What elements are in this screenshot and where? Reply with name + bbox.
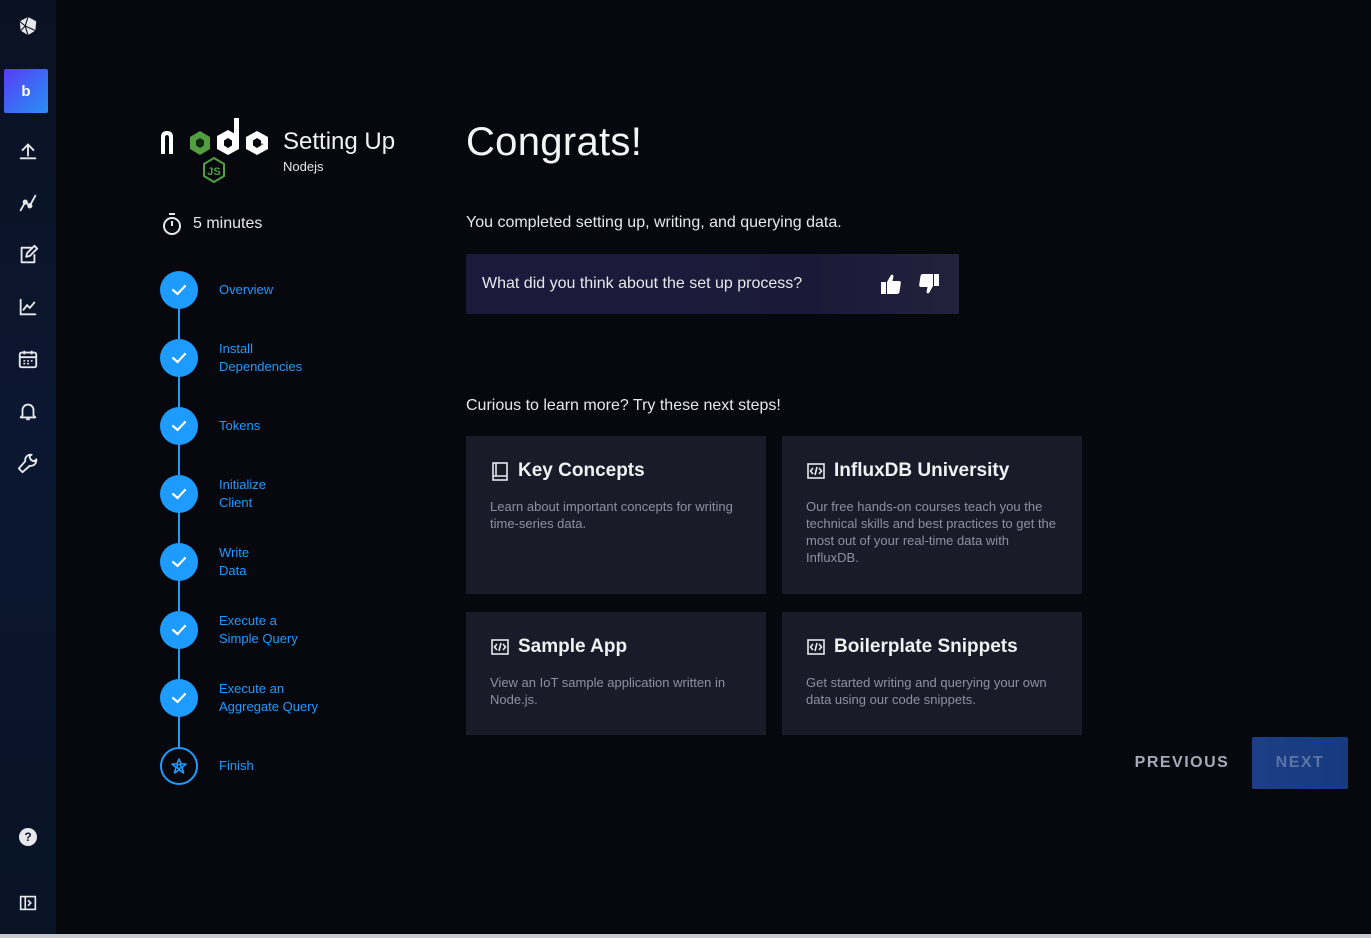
svg-text:JS: JS: [207, 166, 220, 178]
card-description: Learn about important concepts for writi…: [490, 499, 733, 531]
step-label: Tokens: [219, 418, 261, 433]
step-initialize-client[interactable]: Initialize Client: [160, 475, 359, 513]
dashboard-icon[interactable]: [0, 285, 56, 329]
feedback-question: What did you think about the set up proc…: [482, 275, 803, 292]
code-icon: [807, 639, 825, 655]
stopwatch-icon: [163, 213, 181, 235]
step-install-dependencies[interactable]: Install Dependencies: [160, 339, 359, 377]
check-icon: [160, 271, 198, 309]
step-overview[interactable]: Overview: [160, 271, 359, 309]
help-glyph: ?: [19, 828, 37, 846]
book-icon: [492, 462, 508, 481]
card-title: InfluxDB University: [834, 460, 1010, 481]
next-steps-heading: Curious to learn more? Try these next st…: [466, 397, 781, 414]
card-title: Key Concepts: [518, 460, 645, 481]
code-icon: [491, 639, 509, 655]
org-avatar-button[interactable]: b: [4, 69, 48, 113]
completed-message: You completed setting up, writing, and q…: [466, 214, 842, 231]
previous-button[interactable]: PREVIOUS: [1122, 737, 1242, 789]
setup-title: Setting Up: [283, 128, 396, 155]
check-icon: [160, 339, 198, 377]
collapse-nav-icon[interactable]: [0, 881, 56, 925]
step-label: Execute an Aggregate Query: [219, 681, 319, 714]
setup-subtitle: Nodejs: [283, 159, 324, 174]
card-description: View an IoT sample application written i…: [490, 675, 726, 707]
step-aggregate-query[interactable]: Execute an Aggregate Query: [160, 679, 359, 717]
data-explorer-icon[interactable]: [0, 181, 56, 225]
thumbs-down-icon[interactable]: [915, 270, 943, 298]
check-icon: [160, 475, 198, 513]
step-label: Execute a Simple Query: [219, 613, 298, 646]
feedback-banner: What did you think about the set up proc…: [466, 254, 959, 314]
step-tokens[interactable]: Tokens: [160, 407, 359, 445]
check-icon: [160, 407, 198, 445]
nodejs-logo: JS: [160, 117, 270, 184]
step-label: Write Data: [219, 545, 250, 578]
help-icon[interactable]: ?: [0, 815, 56, 859]
card-influxdb-university[interactable]: InfluxDB University Our free hands-on co…: [782, 436, 1082, 594]
duration: 5 minutes: [161, 212, 262, 236]
step-label: Initialize Client: [219, 477, 266, 510]
alerts-bell-icon[interactable]: [0, 389, 56, 433]
card-title: Boilerplate Snippets: [834, 636, 1018, 657]
next-button[interactable]: NEXT: [1252, 737, 1348, 789]
step-label: Overview: [219, 282, 274, 297]
code-icon: [807, 463, 825, 479]
thumbs-up-icon[interactable]: [877, 270, 905, 298]
org-initial: b: [21, 82, 31, 100]
card-description: Get started writing and querying your ow…: [806, 675, 1047, 707]
card-description: Our free hands-on courses teach you the …: [806, 499, 1057, 565]
page-title: Congrats!: [466, 120, 643, 164]
card-sample-app[interactable]: Sample App View an IoT sample applicatio…: [466, 612, 766, 735]
tasks-calendar-icon[interactable]: [0, 337, 56, 381]
settings-wrench-icon[interactable]: [0, 441, 56, 485]
check-icon: [160, 543, 198, 581]
bottom-edge: [0, 934, 1371, 938]
duration-text: 5 minutes: [193, 215, 263, 232]
card-boilerplate-snippets[interactable]: Boilerplate Snippets Get started writing…: [782, 612, 1082, 735]
left-navigation: b ?: [0, 0, 56, 938]
step-simple-query[interactable]: Execute a Simple Query: [160, 611, 359, 649]
step-label: Finish: [219, 758, 254, 773]
upload-icon[interactable]: [0, 129, 56, 173]
star-icon: [160, 747, 198, 785]
influx-logo-icon[interactable]: [0, 4, 56, 48]
card-key-concepts[interactable]: Key Concepts Learn about important conce…: [466, 436, 766, 594]
notebook-icon[interactable]: [0, 233, 56, 277]
check-icon: [160, 679, 198, 717]
step-write-data[interactable]: Write Data: [160, 543, 359, 581]
step-finish[interactable]: Finish: [160, 747, 359, 785]
check-icon: [160, 611, 198, 649]
step-label: Install Dependencies: [219, 341, 303, 374]
card-title: Sample App: [518, 636, 628, 657]
